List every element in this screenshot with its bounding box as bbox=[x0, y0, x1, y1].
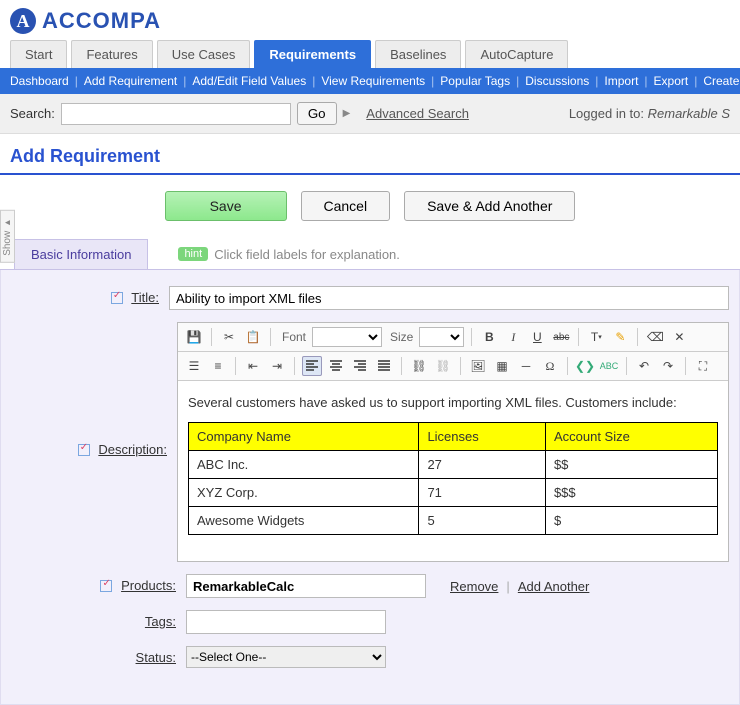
page-title: Add Requirement bbox=[0, 134, 740, 175]
rte-outdent-icon[interactable]: ⇤ bbox=[243, 356, 263, 376]
logged-in-text: Logged in to: Remarkable S bbox=[569, 106, 730, 121]
rte-table: Company Name Licenses Account Size ABC I… bbox=[188, 422, 718, 535]
rte-th-company: Company Name bbox=[189, 423, 419, 451]
tab-autocapture[interactable]: AutoCapture bbox=[465, 40, 568, 68]
rte-font-label: Font bbox=[282, 330, 306, 344]
subnav-export[interactable]: Export bbox=[654, 74, 689, 88]
rich-text-editor: 💾 ✂ 📋 Font Size B I U abc T▾ ✎ bbox=[177, 322, 729, 562]
advanced-search-link[interactable]: Advanced Search bbox=[366, 106, 469, 121]
rte-th-licenses: Licenses bbox=[419, 423, 546, 451]
section-tabs: Basic Information hint Click field label… bbox=[0, 239, 740, 270]
products-input[interactable] bbox=[186, 574, 426, 598]
rte-italic-icon[interactable]: I bbox=[503, 327, 523, 347]
products-remove-link[interactable]: Remove bbox=[450, 579, 498, 594]
show-panel-tab[interactable]: Show ▸ bbox=[0, 210, 15, 263]
rte-unordered-list-icon[interactable]: ≡ bbox=[208, 356, 228, 376]
save-button[interactable]: Save bbox=[165, 191, 287, 221]
tab-use-cases[interactable]: Use Cases bbox=[157, 40, 251, 68]
rte-unlink-icon[interactable]: ⛓ bbox=[433, 356, 453, 376]
title-input[interactable] bbox=[169, 286, 729, 310]
subnav-add-requirement[interactable]: Add Requirement bbox=[84, 74, 177, 88]
rte-bold-icon[interactable]: B bbox=[479, 327, 499, 347]
rte-text-color-icon[interactable]: T▾ bbox=[586, 327, 606, 347]
rte-underline-icon[interactable]: U bbox=[527, 327, 547, 347]
logo-text: ACCOMPA bbox=[42, 8, 161, 34]
rte-special-char-icon[interactable]: Ω bbox=[540, 356, 560, 376]
table-row: ABC Inc. 27 $$ bbox=[189, 451, 718, 479]
rte-hr-icon[interactable]: ─ bbox=[516, 356, 536, 376]
rte-align-center-icon[interactable] bbox=[326, 356, 346, 376]
rte-image-icon[interactable]: 🖼 bbox=[468, 356, 488, 376]
subnav-add-edit-field-values[interactable]: Add/Edit Field Values bbox=[192, 74, 306, 88]
search-bar: Search: Go ▶ Advanced Search Logged in t… bbox=[0, 94, 740, 134]
tab-start[interactable]: Start bbox=[10, 40, 67, 68]
rte-toolbar-1: 💾 ✂ 📋 Font Size B I U abc T▾ ✎ bbox=[178, 323, 728, 352]
subnav-create-document[interactable]: Create Docum bbox=[703, 74, 740, 88]
hint-badge: hint bbox=[178, 247, 208, 261]
rte-undo-icon[interactable]: ↶ bbox=[634, 356, 654, 376]
subnav-dashboard[interactable]: Dashboard bbox=[10, 74, 69, 88]
table-row: XYZ Corp. 71 $$$ bbox=[189, 479, 718, 507]
rte-table-icon[interactable]: ▦ bbox=[492, 356, 512, 376]
rte-source-icon[interactable]: ❮❯ bbox=[575, 356, 595, 376]
tags-input[interactable] bbox=[186, 610, 386, 634]
rte-save-icon[interactable]: 💾 bbox=[184, 327, 204, 347]
table-row: Awesome Widgets 5 $ bbox=[189, 507, 718, 535]
required-icon bbox=[111, 292, 123, 304]
rte-paste-icon[interactable]: 📋 bbox=[243, 327, 263, 347]
cancel-button[interactable]: Cancel bbox=[301, 191, 391, 221]
subnav-discussions[interactable]: Discussions bbox=[525, 74, 589, 88]
rte-fullscreen-icon[interactable]: ⛶ bbox=[693, 356, 713, 376]
brand-logo: A ACCOMPA bbox=[0, 0, 740, 40]
tab-requirements[interactable]: Requirements bbox=[254, 40, 371, 68]
rte-intro-text: Several customers have asked us to suppo… bbox=[188, 395, 718, 410]
search-go-button[interactable]: Go bbox=[297, 102, 337, 125]
products-label[interactable]: Products: bbox=[121, 578, 176, 593]
rte-redo-icon[interactable]: ↷ bbox=[658, 356, 678, 376]
subnav-view-requirements[interactable]: View Requirements bbox=[321, 74, 425, 88]
hint-text: Click field labels for explanation. bbox=[214, 247, 400, 262]
search-input[interactable] bbox=[61, 103, 291, 125]
tags-label[interactable]: Tags: bbox=[145, 614, 176, 629]
logo-mark: A bbox=[10, 8, 36, 34]
form-area: Title: Description: 💾 ✂ 📋 Font bbox=[0, 270, 740, 705]
rte-align-left-icon[interactable] bbox=[302, 356, 322, 376]
rte-content-area[interactable]: Several customers have asked us to suppo… bbox=[178, 381, 728, 561]
rte-cut-icon[interactable]: ✂ bbox=[219, 327, 239, 347]
tab-features[interactable]: Features bbox=[71, 40, 152, 68]
rte-highlight-icon[interactable]: ✎ bbox=[610, 327, 630, 347]
advanced-search-triangle-icon: ▶ bbox=[343, 108, 351, 119]
required-icon bbox=[78, 444, 90, 456]
required-icon bbox=[100, 580, 112, 592]
rte-size-label: Size bbox=[390, 330, 413, 344]
rte-link-icon[interactable]: ⛓ bbox=[409, 356, 429, 376]
save-add-another-button[interactable]: Save & Add Another bbox=[404, 191, 575, 221]
status-select[interactable]: --Select One-- bbox=[186, 646, 386, 668]
search-label: Search: bbox=[10, 106, 55, 121]
sub-nav: Dashboard| Add Requirement| Add/Edit Fie… bbox=[0, 68, 740, 94]
rte-ordered-list-icon[interactable]: ☰ bbox=[184, 356, 204, 376]
subnav-import[interactable]: Import bbox=[604, 74, 638, 88]
rte-font-select[interactable] bbox=[312, 327, 382, 347]
rte-size-select[interactable] bbox=[419, 327, 464, 347]
rte-indent-icon[interactable]: ⇥ bbox=[267, 356, 287, 376]
section-tab-basic-info[interactable]: Basic Information bbox=[14, 239, 148, 269]
subnav-popular-tags[interactable]: Popular Tags bbox=[440, 74, 510, 88]
rte-clear-icon[interactable]: ✕ bbox=[669, 327, 689, 347]
products-add-another-link[interactable]: Add Another bbox=[518, 579, 590, 594]
tab-baselines[interactable]: Baselines bbox=[375, 40, 461, 68]
rte-align-justify-icon[interactable] bbox=[374, 356, 394, 376]
rte-strikethrough-icon[interactable]: abc bbox=[551, 327, 571, 347]
rte-th-account-size: Account Size bbox=[545, 423, 717, 451]
rte-remove-format-icon[interactable]: ⌫ bbox=[645, 327, 665, 347]
rte-toolbar-2: ☰ ≡ ⇤ ⇥ ⛓ ⛓ 🖼 ▦ ─ Ω bbox=[178, 352, 728, 381]
status-label[interactable]: Status: bbox=[136, 650, 176, 665]
rte-spellcheck-icon[interactable]: ABC bbox=[599, 356, 619, 376]
main-tab-bar: Start Features Use Cases Requirements Ba… bbox=[0, 40, 740, 68]
description-label[interactable]: Description: bbox=[98, 442, 167, 457]
rte-align-right-icon[interactable] bbox=[350, 356, 370, 376]
title-label[interactable]: Title: bbox=[131, 290, 159, 305]
action-buttons: Save Cancel Save & Add Another bbox=[0, 185, 740, 239]
